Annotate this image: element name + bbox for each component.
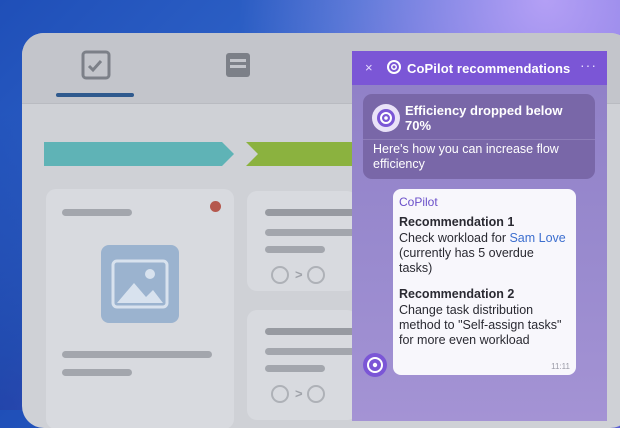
divider: [363, 139, 595, 140]
card-title-placeholder: [265, 209, 357, 216]
recommendation-2-title: Recommendation 2: [399, 287, 515, 301]
copilot-message-bubble: CoPilot Recommendation 1 Check workload …: [393, 189, 576, 375]
recommendation-1-title: Recommendation 1: [399, 215, 515, 229]
close-icon[interactable]: ×: [365, 60, 373, 75]
copilot-logo-icon: [372, 104, 400, 132]
notification-dot: [210, 201, 221, 212]
recommendation-2-text: Change task distribution method to "Self…: [399, 303, 562, 347]
efficiency-alert-card: Efficiency dropped below 70% Here's how …: [363, 94, 595, 179]
checklist-icon[interactable]: [81, 50, 111, 80]
user-link-sam-love[interactable]: Sam Love: [509, 231, 565, 245]
user-icon: [271, 385, 289, 403]
card-title-placeholder: [265, 328, 357, 335]
alert-description: Here's how you can increase flow efficie…: [373, 142, 559, 171]
user-icon: [307, 266, 325, 284]
window-icon[interactable]: [223, 50, 253, 80]
card-text-placeholder: [265, 348, 357, 355]
card-title-placeholder: [62, 209, 132, 216]
card-text-placeholder: [265, 246, 325, 253]
copilot-avatar: [363, 353, 387, 377]
active-tab-indicator: [56, 93, 134, 97]
more-options-icon[interactable]: ···: [580, 57, 597, 73]
copilot-logo-icon: [386, 59, 402, 80]
card-text-placeholder: [265, 365, 325, 372]
recommendation-1-prefix: Check workload for: [399, 231, 510, 245]
task-card[interactable]: >: [247, 191, 357, 291]
arrow-glyph: >: [295, 267, 303, 282]
image-icon: [101, 245, 179, 323]
user-icon: [307, 385, 325, 403]
recommendation-1-suffix: (currently has 5 overdue tasks): [399, 246, 534, 275]
panel-title: CoPilot recommendations: [407, 61, 571, 76]
copilot-panel: × CoPilot recommendations ··· Efficiency…: [352, 51, 607, 421]
card-text-placeholder: [62, 369, 132, 376]
task-card[interactable]: [46, 189, 234, 428]
alert-title: Efficiency dropped below 70%: [405, 103, 563, 133]
panel-header: × CoPilot recommendations ···: [352, 51, 607, 85]
task-card[interactable]: >: [247, 310, 357, 420]
message-timestamp: 11:11: [551, 362, 570, 371]
card-text-placeholder: [62, 351, 212, 358]
recommendation-1-text: Check workload for Sam Love (currently h…: [399, 231, 569, 276]
stage-bar-teal[interactable]: [44, 139, 234, 169]
arrow-glyph: >: [295, 386, 303, 401]
user-icon: [271, 266, 289, 284]
card-text-placeholder: [265, 229, 357, 236]
message-sender: CoPilot: [399, 195, 438, 209]
